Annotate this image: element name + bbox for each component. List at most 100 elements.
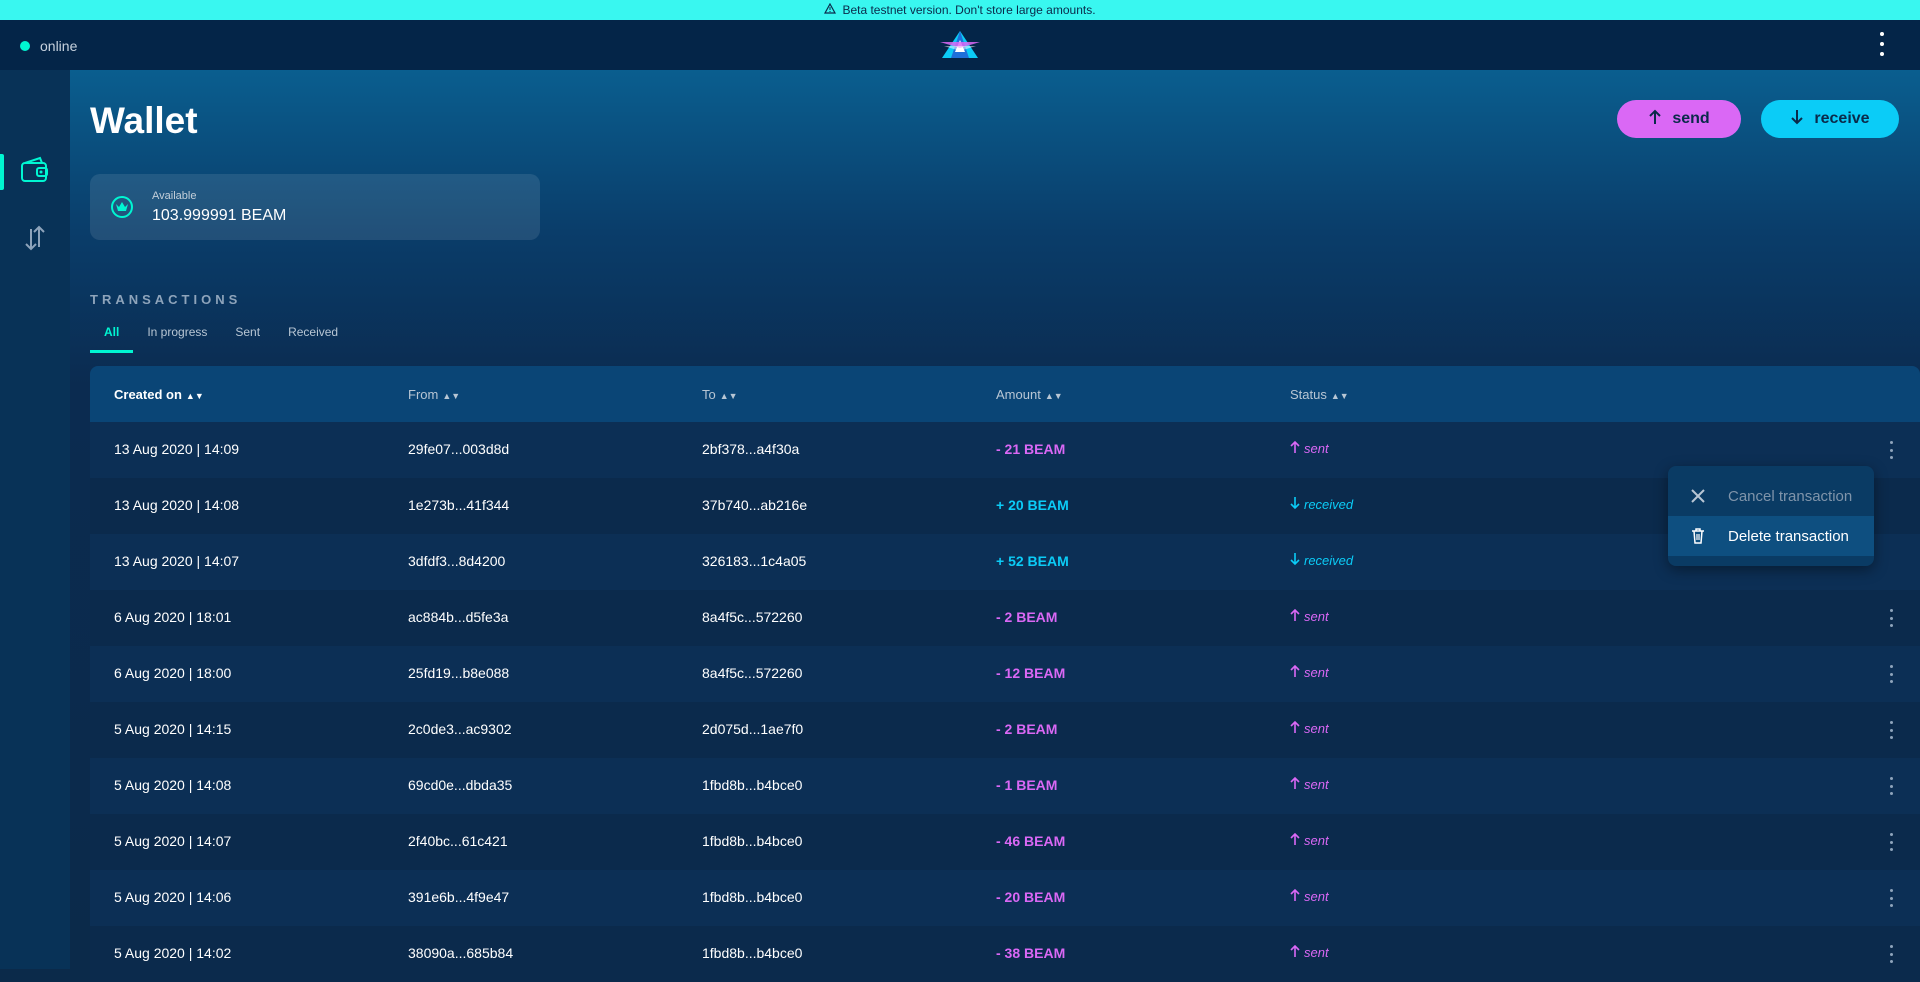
column-header-to[interactable]: To ▲▼ <box>702 387 738 402</box>
column-header-status[interactable]: Status ▲▼ <box>1290 387 1349 402</box>
row-menu-button[interactable] <box>1888 665 1894 683</box>
table-row[interactable]: 5 Aug 2020 | 14:15 2c0de3...ac9302 2d075d.… <box>90 702 1920 758</box>
status-cell: sent <box>1290 888 1329 905</box>
tab-sent[interactable]: Sent <box>221 322 274 352</box>
sidebar <box>0 70 70 969</box>
table-row[interactable]: 5 Aug 2020 | 14:07 2f40bc...61c421 1fbd8b.… <box>90 814 1920 870</box>
row-menu-button[interactable] <box>1888 945 1894 963</box>
tab-received[interactable]: Received <box>274 322 352 352</box>
to-address-cell: 1fbd8b...b4bce0 <box>702 833 803 849</box>
status-label: sent <box>1304 833 1329 848</box>
arrow-up-icon <box>1290 440 1300 457</box>
to-address-cell: 8a4f5c...572260 <box>702 609 803 625</box>
column-header-from[interactable]: From ▲▼ <box>408 387 460 402</box>
status-label: received <box>1304 497 1354 512</box>
row-menu-button[interactable] <box>1888 441 1894 459</box>
warning-icon <box>824 2 837 17</box>
created-on-cell: 13 Aug 2020 | 14:09 <box>114 441 240 457</box>
sidebar-item-transfers[interactable] <box>0 210 70 270</box>
receive-button[interactable]: receive <box>1761 100 1899 138</box>
tab-in-progress[interactable]: In progress <box>133 322 221 352</box>
to-address-cell: 37b740...ab216e <box>702 497 808 513</box>
send-button[interactable]: send <box>1617 100 1741 138</box>
status-cell: received <box>1290 496 1353 513</box>
arrow-up-icon <box>1648 109 1662 130</box>
beta-banner-text: Beta testnet version. Don't store large … <box>842 3 1096 17</box>
created-on-cell: 6 Aug 2020 | 18:00 <box>114 665 232 681</box>
cancel-transaction-item[interactable]: Cancel transaction <box>1668 476 1874 516</box>
table-row[interactable]: 13 Aug 2020 | 14:08 1e273b...41f344 37b740… <box>90 478 1920 534</box>
row-menu-button[interactable] <box>1888 889 1894 907</box>
status-label: sent <box>1304 945 1329 960</box>
amount-cell: - 2 BEAM <box>996 609 1058 625</box>
table-row[interactable]: 5 Aug 2020 | 14:08 69cd0e...dbda35 1fbd8b.… <box>90 758 1920 814</box>
amount-cell: - 12 BEAM <box>996 665 1066 681</box>
column-header-amount[interactable]: Amount ▲▼ <box>996 387 1063 402</box>
row-menu-button[interactable] <box>1888 721 1894 739</box>
transaction-context-menu: Cancel transaction Delete transaction <box>1668 466 1874 566</box>
status-cell: sent <box>1290 776 1329 793</box>
arrow-up-icon <box>1290 832 1300 849</box>
swap-arrows-icon <box>22 223 48 258</box>
transactions-table: Created on ▲▼ From ▲▼ To ▲▼ Amount ▲▼ Status… <box>90 366 1920 982</box>
sort-icon: ▲▼ <box>1330 390 1349 401</box>
row-menu-button[interactable] <box>1888 833 1894 851</box>
arrow-up-icon <box>1290 776 1300 793</box>
arrow-up-icon <box>1290 944 1300 961</box>
app-menu-button[interactable] <box>1878 32 1886 56</box>
balance-card: Available 103.999991 BEAM <box>90 174 540 240</box>
amount-cell: - 46 BEAM <box>996 833 1066 849</box>
arrow-up-icon <box>1290 664 1300 681</box>
sort-icon: ▲▼ <box>719 390 738 401</box>
created-on-cell: 5 Aug 2020 | 14:07 <box>114 833 232 849</box>
connection-status: online <box>20 38 77 54</box>
amount-cell: + 20 BEAM <box>996 497 1069 513</box>
row-menu-button[interactable] <box>1888 609 1894 627</box>
status-cell: sent <box>1290 832 1329 849</box>
status-dot-icon <box>20 41 30 51</box>
arrow-down-icon <box>1290 552 1300 569</box>
wallet-icon <box>20 156 50 189</box>
delete-transaction-label: Delete transaction <box>1728 527 1849 545</box>
top-bar: online <box>0 20 1920 70</box>
row-menu-button[interactable] <box>1888 777 1894 795</box>
transactions-heading: TRANSACTIONS <box>90 292 242 307</box>
status-label: sent <box>1304 441 1329 456</box>
status-label: received <box>1304 553 1354 568</box>
sort-icon: ▲▼ <box>185 390 204 401</box>
from-address-cell: 1e273b...41f344 <box>408 497 510 513</box>
table-row[interactable]: 13 Aug 2020 | 14:07 3dfdf3...8d4200 326183… <box>90 534 1920 590</box>
send-button-label: send <box>1672 110 1710 127</box>
table-row[interactable]: 6 Aug 2020 | 18:01 ac884b...d5fe3a 8a4f5c.… <box>90 590 1920 646</box>
created-on-cell: 5 Aug 2020 | 14:06 <box>114 889 232 905</box>
status-label: sent <box>1304 721 1329 736</box>
table-header: Created on ▲▼ From ▲▼ To ▲▼ Amount ▲▼ Status… <box>90 366 1920 422</box>
table-row[interactable]: 5 Aug 2020 | 14:02 38090a...685b84 1fbd8b.… <box>90 926 1920 982</box>
to-address-cell: 1fbd8b...b4bce0 <box>702 945 803 961</box>
table-row[interactable]: 5 Aug 2020 | 14:06 391e6b...4f9e47 1fbd8b.… <box>90 870 1920 926</box>
main-content: Wallet send receive Available 103.999991… <box>70 70 1920 982</box>
from-address-cell: ac884b...d5fe3a <box>408 609 509 625</box>
table-row[interactable]: 6 Aug 2020 | 18:00 25fd19...b8e088 8a4f5c.… <box>90 646 1920 702</box>
to-address-cell: 1fbd8b...b4bce0 <box>702 777 803 793</box>
tab-all[interactable]: All <box>90 322 134 353</box>
column-header-created-on[interactable]: Created on ▲▼ <box>114 387 204 402</box>
to-address-cell: 2d075d...1ae7f0 <box>702 721 804 737</box>
to-address-cell: 2bf378...a4f30a <box>702 441 800 457</box>
status-label: sent <box>1304 777 1329 792</box>
to-address-cell: 1fbd8b...b4bce0 <box>702 889 803 905</box>
from-address-cell: 3dfdf3...8d4200 <box>408 553 506 569</box>
from-address-cell: 69cd0e...dbda35 <box>408 777 513 793</box>
arrow-up-icon <box>1290 720 1300 737</box>
delete-transaction-item[interactable]: Delete transaction <box>1668 516 1874 556</box>
created-on-cell: 5 Aug 2020 | 14:08 <box>114 777 232 793</box>
created-on-cell: 13 Aug 2020 | 14:07 <box>114 553 240 569</box>
table-row[interactable]: 13 Aug 2020 | 14:09 29fe07...003d8d 2bf378… <box>90 422 1920 478</box>
from-address-cell: 25fd19...b8e088 <box>408 665 510 681</box>
transaction-tabs: All In progress Sent Received <box>90 322 352 353</box>
status-cell: sent <box>1290 720 1329 737</box>
sidebar-item-wallet[interactable] <box>0 142 70 202</box>
created-on-cell: 5 Aug 2020 | 14:15 <box>114 721 232 737</box>
trash-icon <box>1688 528 1708 544</box>
created-on-cell: 6 Aug 2020 | 18:01 <box>114 609 232 625</box>
